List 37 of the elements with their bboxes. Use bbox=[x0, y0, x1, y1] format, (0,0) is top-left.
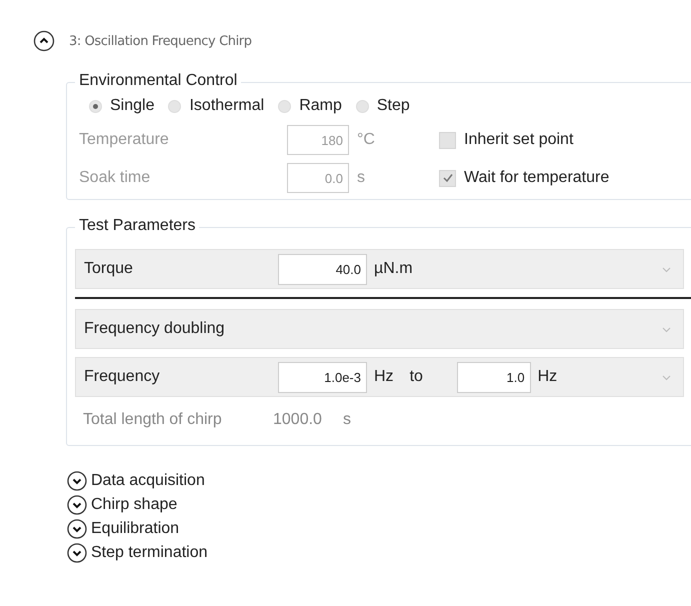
parameter-label: Frequency doubling bbox=[84, 320, 226, 338]
section-link[interactable]: Chirp shape bbox=[91, 496, 178, 514]
expand-icon[interactable] bbox=[67, 495, 87, 515]
unit-label: s bbox=[343, 411, 351, 429]
expand-icon[interactable] bbox=[67, 543, 87, 563]
parameter-label: Torque bbox=[84, 260, 134, 278]
checkbox[interactable]: Inherit set point bbox=[439, 131, 691, 149]
field-label: Soak time bbox=[79, 169, 152, 187]
checkbox[interactable]: Wait for temperature bbox=[439, 169, 691, 187]
parameter-label: Frequency bbox=[84, 368, 161, 386]
parameter-row[interactable]: Frequency 1.0e-3 Hz to 1.0 Hz bbox=[75, 357, 684, 397]
section-link[interactable]: Step termination bbox=[91, 544, 208, 562]
check-icon bbox=[440, 171, 454, 185]
section-link[interactable]: Equilibration bbox=[91, 520, 180, 538]
radio-option[interactable]: Isothermal bbox=[168, 97, 264, 115]
unit-label: s bbox=[356, 169, 366, 187]
input-field[interactable]: 1.0 bbox=[456, 362, 531, 392]
expand-icon[interactable] bbox=[67, 471, 87, 491]
input-field[interactable]: 40.0 bbox=[278, 254, 367, 284]
parameter-row[interactable]: Torque 40.0 µN.m bbox=[75, 249, 684, 289]
radio-option[interactable]: Single bbox=[89, 97, 154, 115]
radio-option[interactable]: Ramp bbox=[278, 97, 342, 115]
field-label: Temperature bbox=[79, 131, 170, 149]
unit-label: µN.m bbox=[373, 260, 413, 278]
section-link[interactable]: Data acquisition bbox=[91, 472, 205, 490]
summary-label: Total length of chirp bbox=[83, 411, 223, 429]
collapse-icon[interactable] bbox=[33, 30, 55, 52]
input-field[interactable]: 1.0e-3 bbox=[278, 362, 367, 392]
parameter-row[interactable]: Frequency doubling bbox=[75, 309, 684, 349]
unit-label: Hz bbox=[536, 368, 558, 386]
expand-icon[interactable] bbox=[67, 519, 87, 539]
step-title: 3: Oscillation Frequency Chirp bbox=[69, 34, 252, 48]
radio-option[interactable]: Step bbox=[356, 97, 410, 115]
range-label: to bbox=[408, 368, 424, 386]
summary-value: 1000.0 bbox=[273, 411, 323, 429]
unit-label: °C bbox=[356, 131, 376, 149]
unit-label: Hz bbox=[373, 368, 394, 386]
